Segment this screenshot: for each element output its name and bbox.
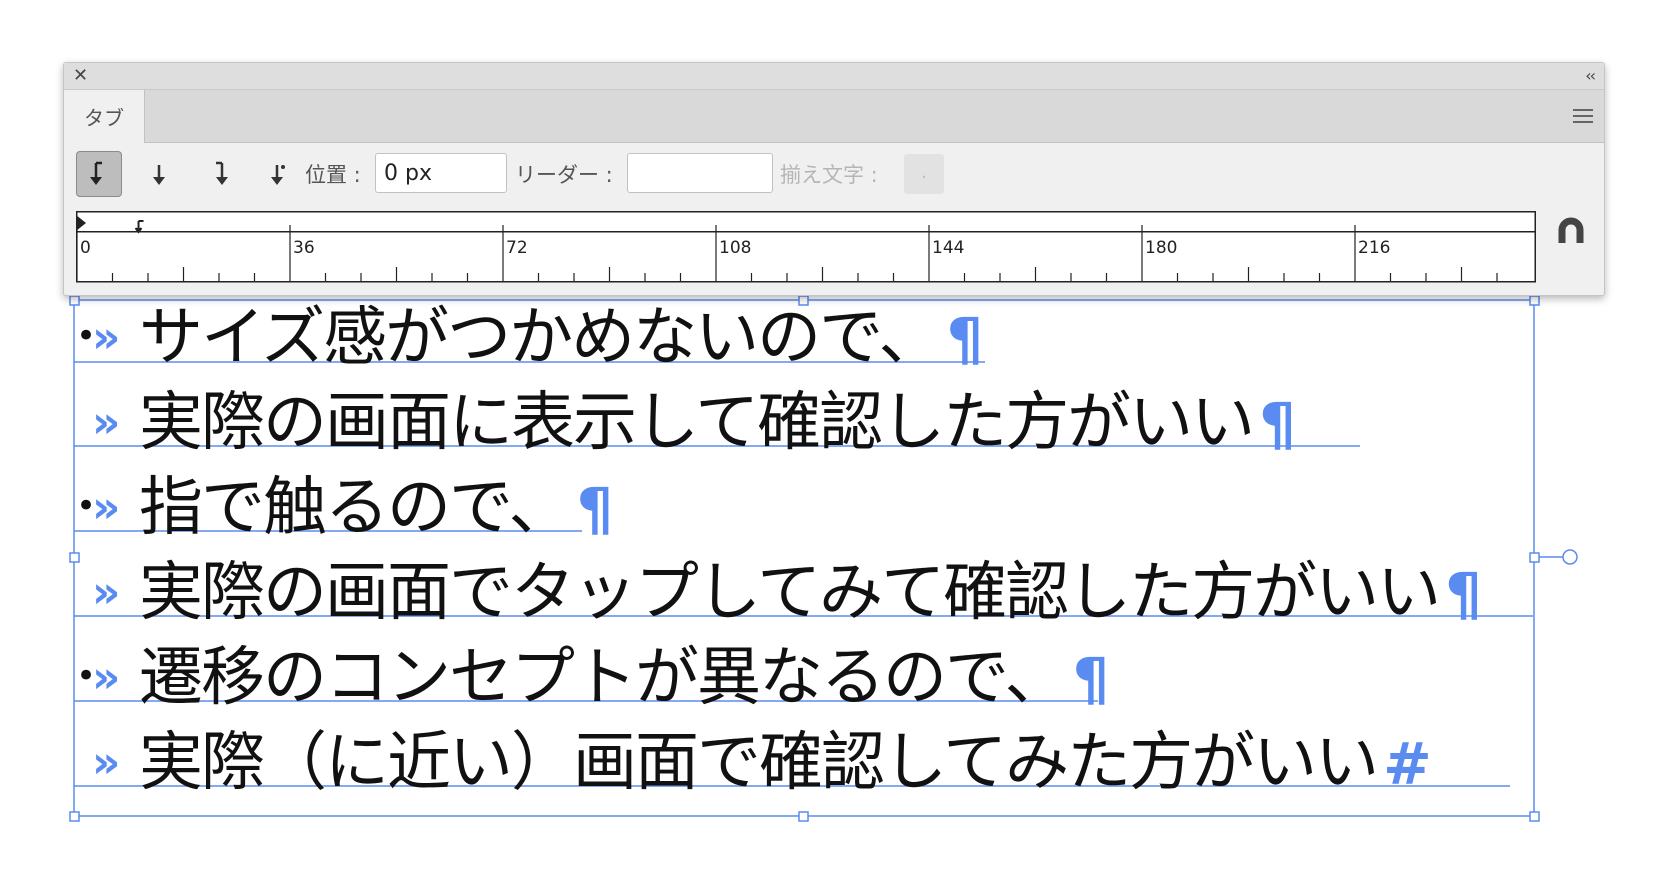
tab-character-marker: » [92, 312, 121, 363]
tab-character-marker: » [92, 482, 121, 533]
decimal-tab-icon [271, 165, 285, 185]
ruler-label-216: 216 [1358, 238, 1390, 258]
pilcrow-icon: ¶ [1259, 390, 1296, 458]
align-on-label: 揃え文字 : [780, 163, 878, 187]
decimal-justified-tab-button[interactable] [254, 151, 300, 197]
line-text: 指で触るので、 ¶ [139, 471, 613, 545]
leader-label: リーダー : [515, 163, 613, 187]
tab-toolbar: 位置 : リーダー : 揃え文字 : . [64, 149, 1604, 199]
align-on-input: . [904, 154, 944, 194]
magnet-icon[interactable] [1558, 217, 1584, 245]
ruler-label-36: 36 [293, 238, 315, 258]
center-justified-tab-button[interactable] [136, 151, 182, 197]
pilcrow-icon: ¶ [946, 305, 984, 373]
tab-character-marker: » [92, 652, 121, 703]
ruler-label-144: 144 [932, 238, 964, 258]
right-justified-tab-button[interactable] [196, 151, 242, 197]
left-justified-tab-button[interactable] [76, 151, 122, 197]
ruler-label-108: 108 [719, 238, 751, 258]
pilcrow-icon: ¶ [576, 475, 613, 543]
line-text: サイズ感がつかめないので、 ¶ [139, 301, 984, 375]
position-input[interactable] [375, 153, 507, 193]
panel-titlebar[interactable]: ✕ ‹‹ [64, 63, 1604, 90]
line-text: 遷移のコンセプトが異なるので、 ¶ [139, 641, 1109, 715]
tab-ruler[interactable]: 0 36 72 108 144 180 216 [76, 211, 1536, 283]
pilcrow-icon: ¶ [1445, 560, 1482, 628]
left-tab-icon [90, 161, 102, 185]
tab-character-marker: » [92, 737, 121, 788]
tab-character-marker: » [92, 397, 121, 448]
pilcrow-icon: ¶ [1072, 645, 1109, 713]
tab-character-marker: » [92, 567, 121, 618]
line-text: 実際（に近い）画面で確認してみた方がいい # [139, 726, 1432, 800]
panel-tab-row: タブ [64, 90, 1604, 143]
close-icon[interactable]: ✕ [73, 65, 88, 87]
leader-input[interactable] [627, 153, 773, 193]
collapse-panel-icon[interactable]: ‹‹ [1585, 65, 1596, 87]
position-label: 位置 : [305, 163, 361, 187]
end-of-story-icon: # [1383, 730, 1432, 798]
tabs-panel: ✕ ‹‹ タブ 位置: 0 px リーダー: 揃え文字: . 0 36 7… [63, 62, 1605, 296]
center-tab-icon [153, 165, 165, 185]
line-text: 実際の画面に表示して確認した方がいい ¶ [139, 386, 1296, 460]
ruler-label-0: 0 [80, 238, 91, 258]
ruler-label-180: 180 [1145, 238, 1177, 258]
line-text: 実際の画面でタップしてみて確認した方がいい ¶ [139, 556, 1482, 630]
tab-tabs[interactable]: タブ [64, 90, 145, 143]
panel-menu-icon[interactable] [1573, 109, 1593, 123]
ruler-label-72: 72 [506, 238, 528, 258]
right-tab-icon [216, 161, 228, 185]
